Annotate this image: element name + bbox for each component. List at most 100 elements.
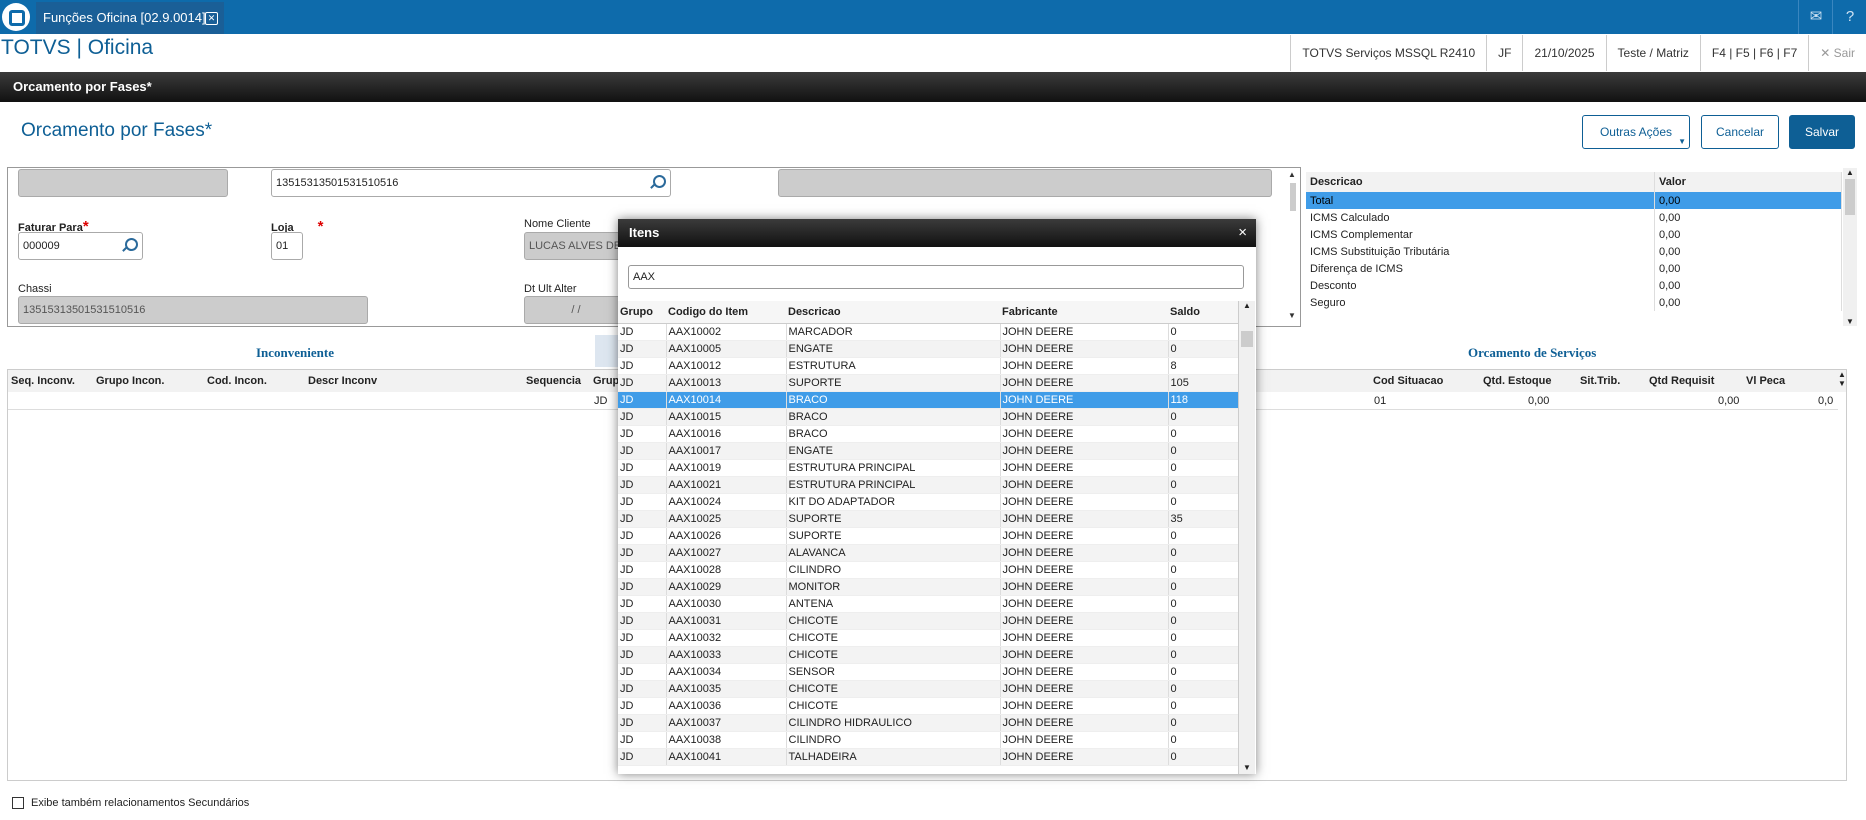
items-cell-descricao[interactable]: CHICOTE — [786, 697, 1001, 715]
items-cell-saldo[interactable]: 0 — [1168, 714, 1239, 732]
items-cell-saldo[interactable]: 0 — [1168, 527, 1239, 545]
col-grupo-incon[interactable]: Grupo Incon. — [96, 370, 164, 392]
items-table-row[interactable]: JD AAX10034 SENSOR JOHN DEERE 0 — [618, 663, 1239, 681]
items-cell-grupo[interactable]: JD — [618, 663, 667, 681]
items-cell-fabricante[interactable]: JOHN DEERE — [1000, 527, 1169, 545]
items-table-row[interactable]: JD AAX10012 ESTRUTURA JOHN DEERE 8 — [618, 357, 1239, 375]
items-cell-grupo[interactable]: JD — [618, 374, 667, 392]
items-cell-fabricante[interactable]: JOHN DEERE — [1000, 595, 1169, 613]
items-cell-saldo[interactable]: 0 — [1168, 731, 1239, 749]
items-cell-codigo[interactable]: AAX10014 — [666, 391, 787, 409]
items-cell-descricao[interactable]: CHICOTE — [786, 680, 1001, 698]
items-cell-fabricante[interactable]: JOHN DEERE — [1000, 459, 1169, 477]
items-cell-grupo[interactable]: JD — [618, 323, 667, 341]
items-col-grupo[interactable]: Grupo — [618, 301, 666, 324]
items-table-row[interactable]: JD AAX10015 BRACO JOHN DEERE 0 — [618, 408, 1239, 426]
save-button[interactable]: Salvar — [1789, 115, 1855, 149]
grid-cell-grupo[interactable]: JD — [594, 393, 607, 410]
items-table-row[interactable]: JD AAX10041 TALHADEIRA JOHN DEERE 0 — [618, 748, 1239, 766]
items-table-row[interactable]: JD AAX10030 ANTENA JOHN DEERE 0 — [618, 595, 1239, 613]
items-cell-fabricante[interactable]: JOHN DEERE — [1000, 323, 1169, 341]
items-cell-fabricante[interactable]: JOHN DEERE — [1000, 629, 1169, 647]
items-cell-fabricante[interactable]: JOHN DEERE — [1000, 731, 1169, 749]
items-table-row[interactable]: JD AAX10017 ENGATE JOHN DEERE 0 — [618, 442, 1239, 460]
items-cell-descricao[interactable]: SENSOR — [786, 663, 1001, 681]
col-grupo[interactable]: Grup — [593, 370, 619, 392]
col-qtd-estoque[interactable]: Qtd. Estoque — [1483, 370, 1551, 392]
items-cell-fabricante[interactable]: JOHN DEERE — [1000, 493, 1169, 511]
totals-scrollbar[interactable]: ▲ ▼ — [1843, 168, 1857, 326]
items-cell-descricao[interactable]: MARCADOR — [786, 323, 1001, 341]
items-cell-descricao[interactable]: TALHADEIRA — [786, 748, 1001, 766]
items-cell-descricao[interactable]: BRACO — [786, 391, 1001, 409]
items-cell-codigo[interactable]: AAX10025 — [666, 510, 787, 528]
col-descr-inconv[interactable]: Descr Inconv — [308, 370, 377, 392]
items-cell-grupo[interactable]: JD — [618, 476, 667, 494]
items-search-input[interactable]: AAX — [628, 265, 1244, 289]
items-cell-codigo[interactable]: AAX10028 — [666, 561, 787, 579]
logout-button[interactable]: ✕ Sair — [1808, 35, 1866, 71]
items-cell-codigo[interactable]: AAX10016 — [666, 425, 787, 443]
items-cell-grupo[interactable]: JD — [618, 748, 667, 766]
items-cell-saldo[interactable]: 105 — [1168, 374, 1239, 392]
chassis-search-field[interactable]: 13515313501531510516 — [271, 169, 671, 197]
items-cell-descricao[interactable]: MONITOR — [786, 578, 1001, 596]
items-cell-descricao[interactable]: CHICOTE — [786, 629, 1001, 647]
items-cell-grupo[interactable]: JD — [618, 340, 667, 358]
items-cell-saldo[interactable]: 0 — [1168, 459, 1239, 477]
items-cell-saldo[interactable]: 8 — [1168, 357, 1239, 375]
items-table-row[interactable]: JD AAX10002 MARCADOR JOHN DEERE 0 — [618, 323, 1239, 341]
items-cell-grupo[interactable]: JD — [618, 391, 667, 409]
items-table-row[interactable]: JD AAX10005 ENGATE JOHN DEERE 0 — [618, 340, 1239, 358]
items-cell-saldo[interactable]: 0 — [1168, 340, 1239, 358]
col-seq-inconv[interactable]: Seq. Inconv. — [11, 370, 75, 392]
items-cell-codigo[interactable]: AAX10005 — [666, 340, 787, 358]
items-cell-descricao[interactable]: BRACO — [786, 425, 1001, 443]
col-sit-trib[interactable]: Sit.Trib. — [1580, 370, 1620, 392]
totals-cell-descricao[interactable]: Diferença de ICMS — [1306, 260, 1655, 277]
items-cell-grupo[interactable]: JD — [618, 629, 667, 647]
items-cell-grupo[interactable]: JD — [618, 561, 667, 579]
totals-cell-valor[interactable]: 0,00 — [1654, 192, 1842, 209]
items-table-row[interactable]: JD AAX10014 BRACO JOHN DEERE 118 — [618, 391, 1239, 409]
items-table-row[interactable]: JD AAX10024 KIT DO ADAPTADOR JOHN DEERE 0 — [618, 493, 1239, 511]
items-table-row[interactable]: JD AAX10036 CHICOTE JOHN DEERE 0 — [618, 697, 1239, 715]
items-cell-fabricante[interactable]: JOHN DEERE — [1000, 442, 1169, 460]
items-cell-grupo[interactable]: JD — [618, 459, 667, 477]
items-cell-grupo[interactable]: JD — [618, 595, 667, 613]
items-cell-saldo[interactable]: 0 — [1168, 697, 1239, 715]
items-table-row[interactable]: JD AAX10033 CHICOTE JOHN DEERE 0 — [618, 646, 1239, 664]
grid-cell-qtd-requisit[interactable]: 0,00 — [1718, 393, 1739, 410]
items-cell-fabricante[interactable]: JOHN DEERE — [1000, 476, 1169, 494]
items-cell-codigo[interactable]: AAX10013 — [666, 374, 787, 392]
items-cell-codigo[interactable]: AAX10019 — [666, 459, 787, 477]
items-cell-grupo[interactable]: JD — [618, 714, 667, 732]
items-cell-descricao[interactable]: BRACO — [786, 408, 1001, 426]
items-scrollbar[interactable]: ▲ ▼ — [1238, 301, 1255, 774]
grid-vertical-scroll-controls[interactable]: ▲ ▼ — [1836, 370, 1846, 388]
col-sequencia[interactable]: Sequencia — [526, 370, 581, 392]
items-cell-grupo[interactable]: JD — [618, 527, 667, 545]
items-col-descricao[interactable]: Descricao — [786, 301, 1000, 324]
items-cell-grupo[interactable]: JD — [618, 646, 667, 664]
totvs-logo-icon[interactable] — [2, 3, 30, 31]
items-cell-saldo[interactable]: 0 — [1168, 595, 1239, 613]
items-cell-descricao[interactable]: CILINDRO — [786, 561, 1001, 579]
items-cell-fabricante[interactable]: JOHN DEERE — [1000, 357, 1169, 375]
mail-icon[interactable]: ✉ — [1798, 0, 1833, 34]
items-cell-descricao[interactable]: ALAVANCA — [786, 544, 1001, 562]
items-table-row[interactable]: JD AAX10025 SUPORTE JOHN DEERE 35 — [618, 510, 1239, 528]
items-cell-descricao[interactable]: CHICOTE — [786, 612, 1001, 630]
items-cell-grupo[interactable]: JD — [618, 510, 667, 528]
items-table-row[interactable]: JD AAX10035 CHICOTE JOHN DEERE 0 — [618, 680, 1239, 698]
totals-cell-valor[interactable]: 0,00 — [1654, 260, 1842, 277]
items-table-row[interactable]: JD AAX10038 CILINDRO JOHN DEERE 0 — [618, 731, 1239, 749]
items-cell-codigo[interactable]: AAX10034 — [666, 663, 787, 681]
items-cell-fabricante[interactable]: JOHN DEERE — [1000, 544, 1169, 562]
items-table-row[interactable]: JD AAX10016 BRACO JOHN DEERE 0 — [618, 425, 1239, 443]
items-cell-fabricante[interactable]: JOHN DEERE — [1000, 408, 1169, 426]
items-cell-saldo[interactable]: 0 — [1168, 544, 1239, 562]
items-cell-saldo[interactable]: 0 — [1168, 323, 1239, 341]
col-qtd-requisit[interactable]: Qtd Requisit — [1649, 370, 1714, 392]
items-table-row[interactable]: JD AAX10029 MONITOR JOHN DEERE 0 — [618, 578, 1239, 596]
